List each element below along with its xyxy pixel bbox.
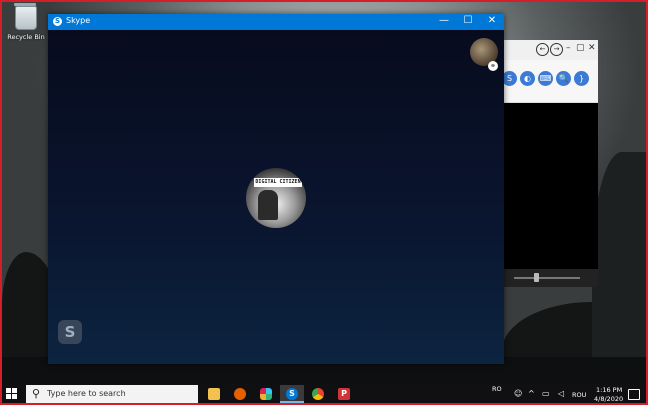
seek-slider-track[interactable]	[514, 277, 580, 279]
windows-logo-icon	[12, 394, 17, 399]
tray-region[interactable]: RO	[492, 385, 502, 393]
windows-logo-icon	[12, 388, 17, 393]
skype-window[interactable]: S Skype — ☐ ✕ ⚭ DIGITAL CITIZEN S	[48, 14, 504, 364]
taskbar-app-chrome[interactable]	[306, 385, 330, 403]
forward-arrow-icon[interactable]: →	[550, 43, 563, 56]
background-window-toolbar: S ◐ ⌨ 🔍 }	[500, 60, 598, 103]
taskbar-app-skype[interactable]: S	[280, 385, 304, 403]
skype-icon: S	[286, 388, 298, 400]
maximize-button[interactable]: ▢	[576, 43, 585, 53]
search-placeholder: Type here to search	[47, 389, 126, 398]
taskbar-app-firefox[interactable]	[228, 385, 252, 403]
callee-avatar-figure	[258, 190, 278, 220]
maximize-button[interactable]: ☐	[460, 15, 476, 26]
toolbar-button-keyboard[interactable]: ⌨	[538, 71, 553, 86]
toolbar-button-s[interactable]: S	[502, 71, 517, 86]
skype-logo-icon: S	[58, 320, 82, 344]
tray-time[interactable]: 1:16 PM	[596, 386, 622, 394]
desktop-icon-label: Recycle Bin	[7, 33, 45, 41]
callee-avatar: DIGITAL CITIZEN	[246, 168, 306, 228]
people-icon[interactable]: ☺	[514, 389, 522, 398]
windows-logo-icon	[6, 388, 11, 393]
volume-icon[interactable]: ◁	[558, 389, 564, 398]
seek-slider-thumb[interactable]	[534, 273, 539, 282]
taskbar-app-slack[interactable]	[254, 385, 278, 403]
background-app-window[interactable]: ← → – ▢ ✕ S ◐ ⌨ 🔍 }	[500, 40, 598, 287]
recycle-bin-icon	[14, 3, 37, 30]
taskbar-app-presentation[interactable]: P	[332, 385, 356, 403]
minimize-button[interactable]: –	[566, 43, 571, 53]
windows-logo-icon	[6, 394, 11, 399]
taskbar: ⚲ Type here to search S P RO ☺ ^ ▭ ◁ ROU…	[2, 383, 646, 403]
chrome-icon	[312, 388, 324, 400]
desktop-icon-recycle-bin[interactable]: Recycle Bin	[6, 3, 46, 41]
minimize-button[interactable]: —	[436, 15, 452, 26]
close-button[interactable]: ✕	[484, 15, 500, 26]
media-controls-bar	[500, 269, 598, 287]
callee-avatar-banner: DIGITAL CITIZEN	[254, 178, 302, 187]
presentation-icon: P	[338, 388, 350, 400]
taskbar-app-file-explorer[interactable]	[202, 385, 226, 403]
toolbar-button-drop[interactable]: ◐	[520, 71, 535, 86]
taskbar-search-input[interactable]: ⚲ Type here to search	[26, 385, 198, 403]
toolbar-button-search[interactable]: 🔍	[556, 71, 571, 86]
skype-app-icon: S	[53, 17, 62, 26]
firefox-icon	[234, 388, 246, 400]
start-button[interactable]	[6, 388, 18, 400]
chevron-up-icon[interactable]: ^	[528, 389, 535, 398]
background-window-titlebar[interactable]: ← → – ▢ ✕	[500, 40, 598, 60]
notification-center-icon[interactable]	[628, 389, 640, 400]
battery-icon[interactable]: ▭	[542, 389, 550, 398]
search-icon: ⚲	[32, 387, 41, 400]
close-button[interactable]: ✕	[588, 43, 596, 53]
call-view: ⚭ DIGITAL CITIZEN S	[48, 30, 504, 364]
link-icon[interactable]: ⚭	[488, 61, 498, 71]
screen-frame: Recycle Bin ← → – ▢ ✕ S ◐ ⌨ 🔍 } S Skype …	[0, 0, 648, 405]
folder-icon	[208, 388, 220, 400]
window-title: Skype	[66, 16, 91, 25]
tray-language[interactable]: ROU	[572, 391, 586, 399]
back-arrow-icon[interactable]: ←	[536, 43, 549, 56]
slack-icon	[260, 388, 272, 400]
toolbar-button-brace[interactable]: }	[574, 71, 589, 86]
skype-titlebar[interactable]: S Skype — ☐ ✕	[48, 14, 504, 30]
wallpaper-rock	[592, 152, 646, 383]
tray-date[interactable]: 4/8/2020	[594, 395, 623, 403]
